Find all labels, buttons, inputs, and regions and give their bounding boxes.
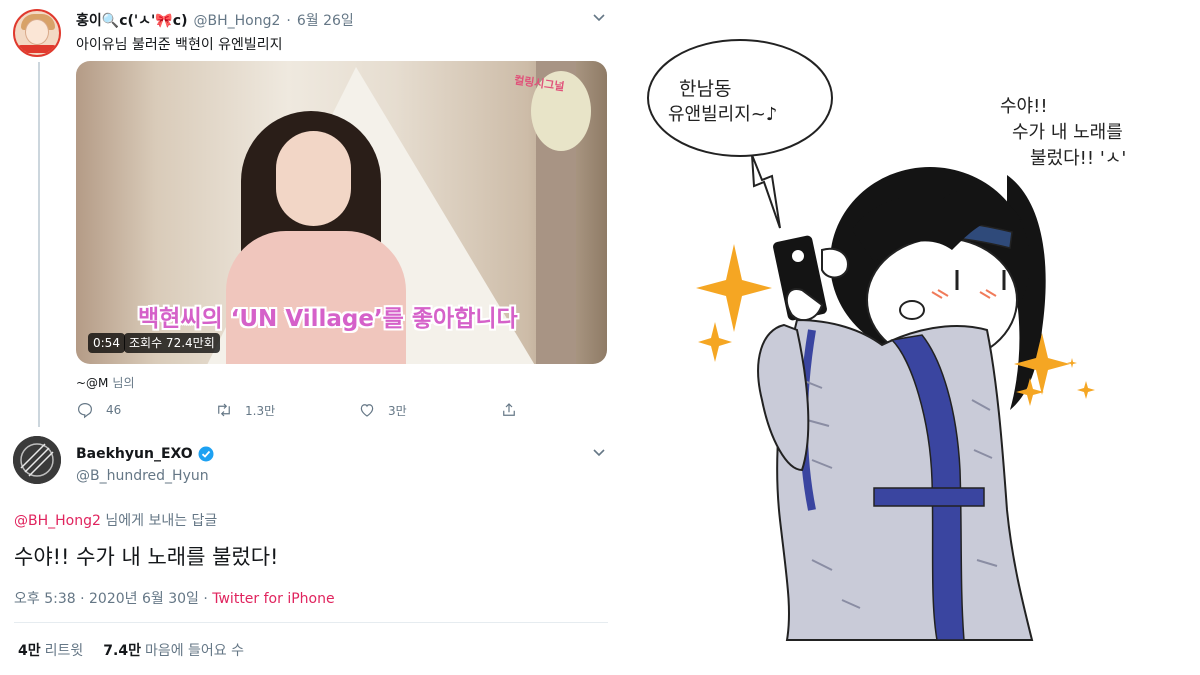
retweet-button[interactable]: 1.3만 [215, 401, 275, 419]
like-stat-value: 7.4만 [103, 643, 141, 659]
replying-to: @BH_Hong2 님에게 보내는 답글 [14, 510, 217, 530]
thought-text-line-1: 수야!! [1000, 96, 1048, 117]
avatar[interactable] [13, 436, 61, 484]
speech-bubble-line-2: 유앤빌리지~♪ [668, 104, 778, 125]
share-button[interactable] [500, 401, 518, 419]
reply-count: 46 [106, 403, 122, 417]
avatar[interactable] [13, 9, 61, 57]
separator-dot: · [286, 13, 291, 29]
video-attribution[interactable]: ~@M 님의 [76, 374, 135, 391]
attribution-suffix: 님의 [112, 376, 135, 390]
like-stat[interactable]: 7.4만 마음에 들어요 수 [103, 640, 244, 660]
retweet-count: 1.3만 [245, 403, 276, 418]
retweet-stat-label: 리트윗 [44, 643, 84, 659]
chevron-down-icon[interactable] [593, 449, 605, 461]
user-handle[interactable]: @BH_Hong2 [193, 13, 280, 29]
tweet-panel: 홍이🔍c('ㅅ'🎀c) @BH_Hong2 · 6월 26일 아이유님 불러준 … [0, 0, 612, 675]
attribution-handle[interactable]: ~@M [76, 376, 108, 390]
divider [14, 622, 608, 623]
speech-bubble-line-1: 한남동 [679, 78, 732, 100]
video-player[interactable]: 컬링시그널 백현씨의 ‘UN Village’를 좋아합니다 0:54 조회수 … [76, 61, 607, 364]
tweet-text: 아이유님 불러준 백현이 유엔빌리지 [76, 37, 283, 53]
reply-to-mention[interactable]: @BH_Hong2 [14, 513, 101, 529]
like-count: 3만 [388, 403, 407, 418]
video-views-badge: 조회수 72.4만회 [124, 333, 220, 353]
verified-badge-icon [198, 446, 214, 462]
reply-button[interactable]: 46 [76, 401, 121, 419]
video-duration-badge: 0:54 [88, 333, 125, 353]
retweet-icon [215, 401, 233, 419]
like-stat-label: 마음에 들어요 수 [144, 643, 245, 659]
speech-bubble [647, 39, 833, 229]
retweet-stat[interactable]: 4만 리트윗 [18, 640, 83, 660]
quoted-tweet-header: 홍이🔍c('ㅅ'🎀c) @BH_Hong2 · 6월 26일 [76, 10, 354, 30]
display-name[interactable]: Baekhyun_EXO [76, 446, 193, 462]
robe-drawing [757, 318, 1034, 641]
thought-text-line-2: 수가 내 노래를 [1012, 122, 1123, 143]
user-handle[interactable]: @B_hundred_Hyun [76, 468, 209, 484]
heart-icon [358, 401, 376, 419]
tweet-timestamp: 오후 5:38 · 2020년 6월 30일 · Twitter for iPh… [14, 588, 335, 608]
reply-icon [76, 401, 94, 419]
tweet-source-link[interactable]: Twitter for iPhone [212, 591, 334, 607]
retweet-stat-value: 4만 [18, 643, 41, 659]
fan-illustration: 한남동 유앤빌리지~♪ 수야!! 수가 내 노래를 불렀다!! 'ㅅ' [612, 0, 1200, 675]
reply-tweet-header: Baekhyun_EXO [76, 446, 214, 462]
video-subtitle: 백현씨의 ‘UN Village’를 좋아합니다 [138, 306, 518, 332]
thought-text-line-3: 불렀다!! 'ㅅ' [1030, 148, 1127, 169]
like-button[interactable]: 3만 [358, 401, 407, 419]
thread-line [38, 62, 40, 427]
share-icon [500, 401, 518, 419]
chevron-down-icon[interactable] [593, 14, 605, 26]
tweet-text: 수야!! 수가 내 노래를 불렀다! [14, 545, 279, 569]
display-name[interactable]: 홍이🔍c('ㅅ'🎀c) [76, 10, 187, 30]
reply-to-label: 님에게 보내는 답글 [105, 513, 218, 529]
tweet-date[interactable]: 6월 26일 [297, 10, 354, 30]
timestamp-text[interactable]: 오후 5:38 · 2020년 6월 30일 · [14, 591, 212, 607]
tweet-stats: 4만 리트윗 7.4만 마음에 들어요 수 [18, 640, 244, 660]
